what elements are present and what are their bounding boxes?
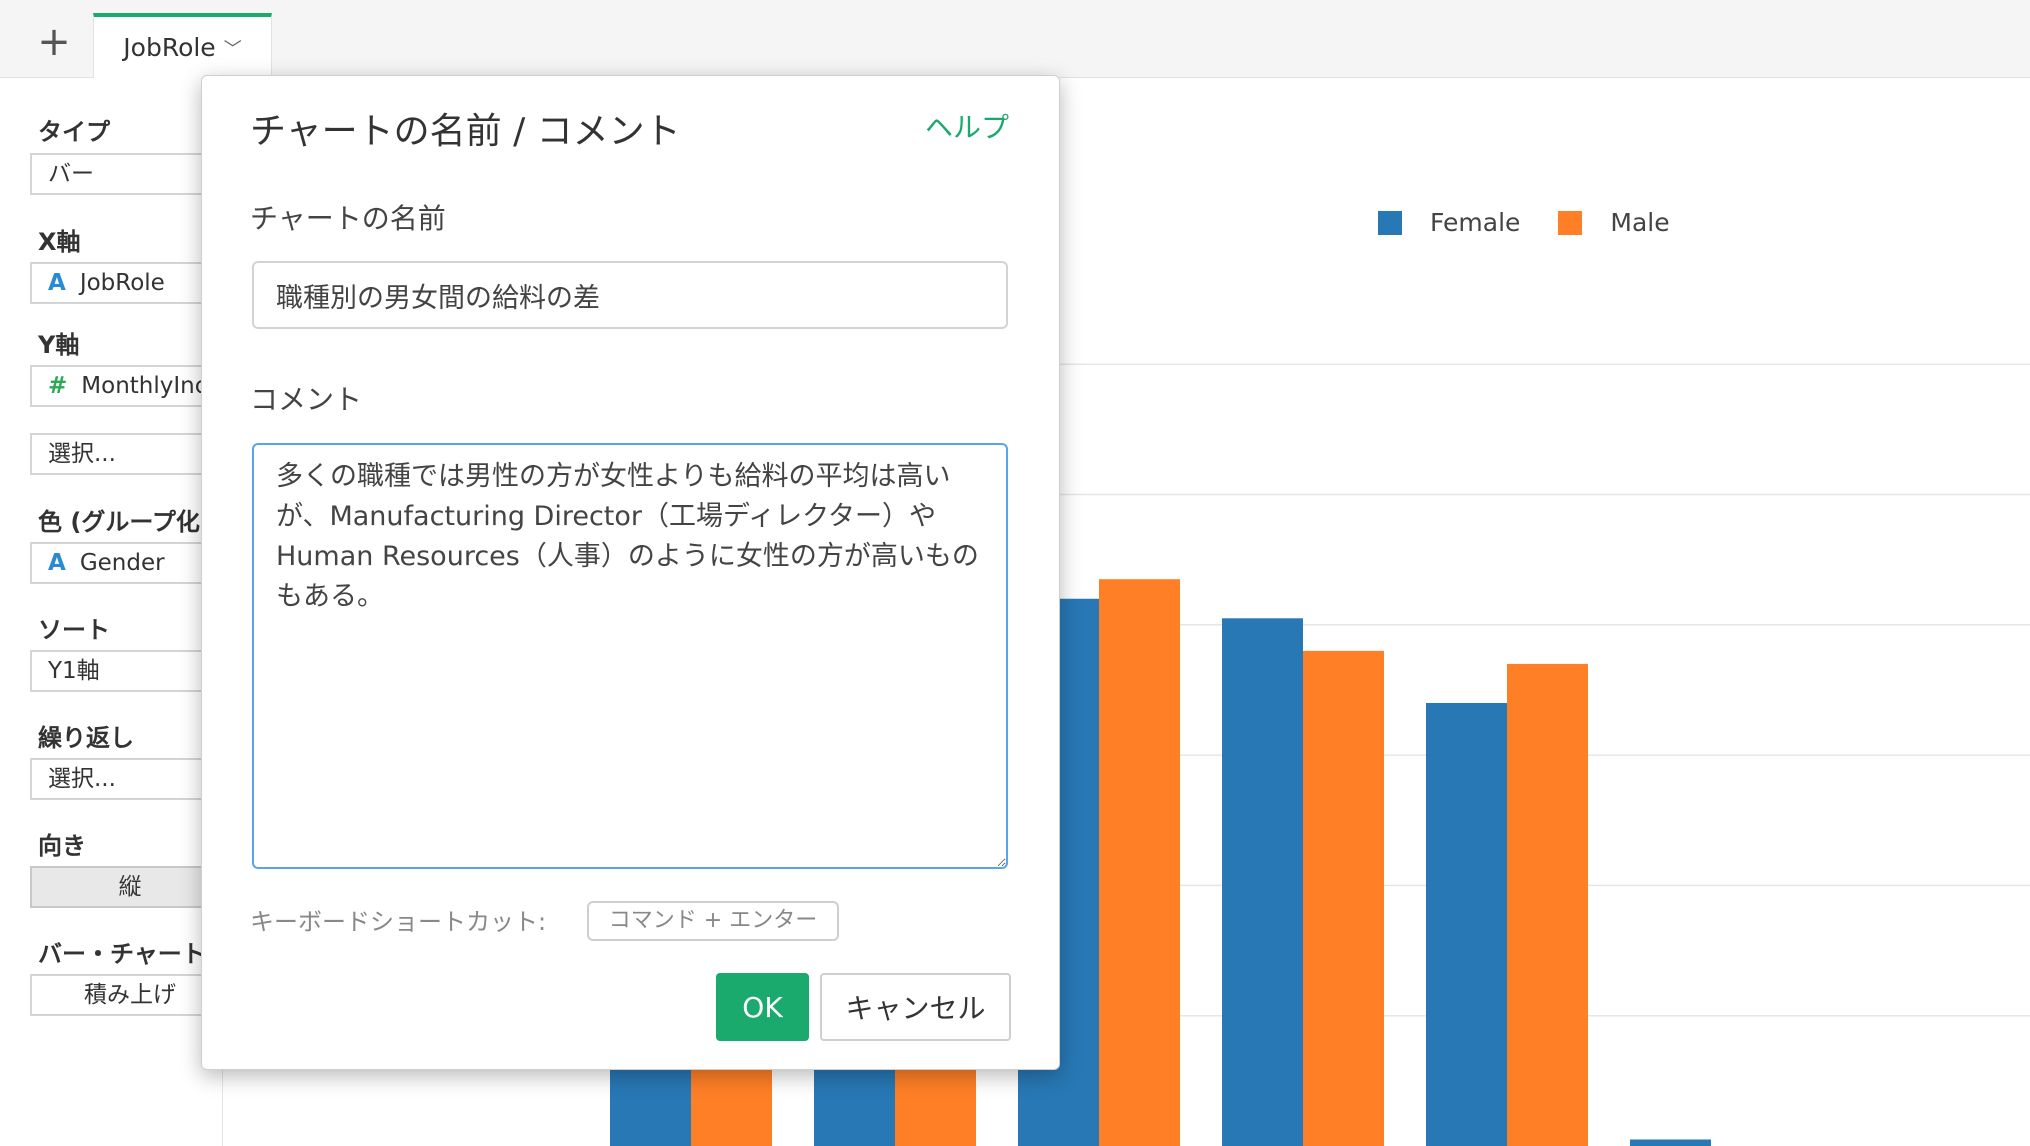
comment-label: コメント: [250, 383, 363, 416]
comment-textarea[interactable]: 多くの職種では男性の方が女性よりも給料の平均は高いが、Manufacturing…: [252, 443, 1008, 869]
type-label: タイプ: [38, 118, 110, 146]
numeric-column-icon: #: [48, 373, 68, 399]
orientation-vertical-button[interactable]: 縦: [30, 866, 230, 908]
x-axis-label: X軸: [38, 228, 81, 256]
tab-bar: + JobRole ﹀: [0, 0, 2030, 78]
color-value: Gender: [79, 550, 165, 576]
legend-item-male[interactable]: Male: [1558, 208, 1670, 237]
tab-jobrole[interactable]: JobRole ﹀: [93, 13, 272, 78]
bar-chart-stacked-button[interactable]: 積み上げ: [30, 974, 230, 1016]
grid-lines: [1060, 363, 2030, 1017]
text-column-icon: A: [48, 270, 66, 296]
bar-male-2[interactable]: [1099, 579, 1180, 1146]
orientation-label: 向き: [38, 832, 86, 860]
text-column-icon: A: [48, 550, 66, 576]
color-group-label: 色 (グループ化): [38, 508, 211, 536]
bar-male-3[interactable]: [1303, 650, 1384, 1146]
y-axis-label: Y軸: [38, 331, 80, 359]
legend-swatch-female: [1378, 210, 1402, 235]
chart-config-panel: タイプ バー X軸 A JobRole Y軸 # MonthlyInc 選択... …: [22, 78, 260, 1146]
sort-label: ソート: [38, 616, 110, 644]
tab-label: JobRole: [123, 33, 216, 62]
chart-legend: Female Male: [1378, 208, 1708, 237]
x-axis-value: JobRole: [79, 270, 165, 296]
bar-female-4[interactable]: [1426, 702, 1507, 1146]
legend-label-male: Male: [1610, 208, 1670, 237]
cancel-button[interactable]: キャンセル: [820, 973, 1011, 1041]
legend-label-female: Female: [1430, 208, 1521, 237]
help-link[interactable]: ヘルプ: [925, 106, 1009, 146]
bar-male-4[interactable]: [1507, 663, 1588, 1146]
add-tab-button[interactable]: +: [30, 20, 78, 68]
chart-name-comment-dialog: チャートの名前 / コメント ヘルプ チャートの名前 コメント 多くの職種では男…: [201, 75, 1060, 1070]
legend-swatch-male: [1558, 210, 1583, 235]
dialog-title: チャートの名前 / コメント: [250, 111, 681, 152]
keyboard-shortcut-button[interactable]: コマンド + エンター: [587, 901, 839, 941]
legend-item-female[interactable]: Female: [1378, 208, 1520, 237]
bar-female-5[interactable]: [1630, 1139, 1711, 1146]
y-axis-value: MonthlyInc: [81, 373, 208, 399]
chevron-down-icon[interactable]: ﹀: [224, 35, 242, 61]
bar-chart-label: バー・チャート: [38, 940, 206, 968]
keyboard-shortcut-label: キーボードショートカット:: [250, 908, 547, 936]
chart-name-input[interactable]: [252, 261, 1008, 329]
repeat-label: 繰り返し: [38, 724, 134, 752]
ok-button[interactable]: OK: [716, 973, 809, 1041]
chart-name-label: チャートの名前: [250, 202, 446, 235]
bar-female-3[interactable]: [1222, 618, 1303, 1146]
